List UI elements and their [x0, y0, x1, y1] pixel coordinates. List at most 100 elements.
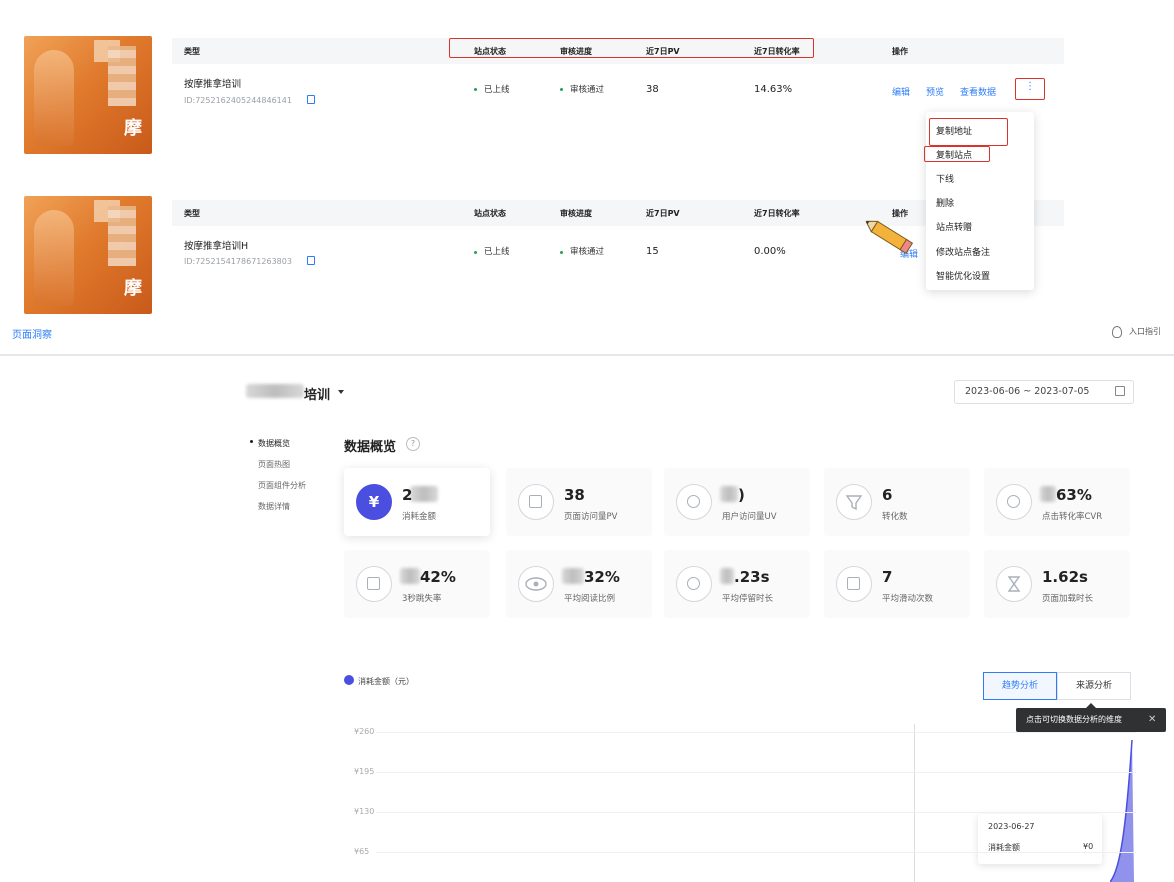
metric-label: 3秒跳失率: [402, 594, 442, 604]
gridline: [376, 772, 1136, 773]
menu-delete[interactable]: 删除: [936, 196, 954, 209]
blurred-value: [1040, 486, 1056, 502]
site-name[interactable]: 按摩推拿培训H: [184, 238, 248, 252]
blurred-value: [720, 486, 738, 502]
tooltip-date: 2023-06-27: [988, 822, 1035, 831]
section-title: 数据概览: [344, 440, 397, 455]
metric-card-conversions[interactable]: 6 转化数: [824, 468, 970, 536]
yuan-icon: ¥: [356, 484, 392, 520]
blurred-value: [720, 568, 734, 584]
tab-source-analysis[interactable]: 来源分析: [1057, 672, 1131, 700]
scroll-icon: [836, 566, 872, 602]
site-status: 已上线: [484, 85, 510, 95]
view-data-link[interactable]: 查看数据: [960, 85, 996, 98]
metric-label: 转化数: [882, 512, 908, 522]
metric-value: ): [738, 486, 745, 504]
review-dot: [560, 251, 563, 254]
y-tick-label: ¥260: [354, 727, 375, 736]
menu-offline[interactable]: 下线: [936, 172, 954, 185]
page-view-icon: [518, 484, 554, 520]
metric-value: 63%: [1056, 486, 1092, 504]
review-progress: 审核通过: [570, 85, 605, 95]
gridline: [376, 732, 1136, 733]
metric-value: 6: [882, 486, 893, 504]
site-name[interactable]: 按摩推拿培训: [184, 76, 241, 90]
series-area: [1110, 740, 1134, 882]
metric-card-bounce[interactable]: 42% 3秒跳失率: [344, 550, 490, 618]
cvr-value: 14.63%: [754, 84, 793, 95]
metric-label: 平均阅读比例: [564, 594, 616, 604]
menu-transfer-site[interactable]: 站点转赠: [936, 220, 972, 233]
click-icon: [996, 484, 1032, 520]
metric-label: 平均停留时长: [722, 594, 774, 604]
tooltip-value: ¥0: [1083, 842, 1094, 851]
y-tick-label: ¥130: [354, 807, 375, 816]
date-range-picker[interactable]: 2023-06-06 ~ 2023-07-05: [954, 380, 1134, 404]
page-root: 摩 类型 站点状态 审核进度 近7日PV 近7日转化率 操作 按摩推拿培训 ID…: [0, 0, 1174, 882]
user-icon: [676, 484, 712, 520]
site-title[interactable]: 培训: [304, 384, 330, 403]
metric-value: 42%: [420, 568, 456, 586]
calendar-icon[interactable]: [1115, 386, 1125, 396]
menu-edit-remark[interactable]: 修改站点备注: [936, 245, 990, 258]
eye-icon: [518, 566, 554, 602]
metric-card-stay-time[interactable]: .23s 平均停留时长: [664, 550, 810, 618]
gridline: [376, 812, 1136, 813]
nav-heatmap[interactable]: 页面热图: [258, 459, 290, 470]
edit-link[interactable]: 编辑: [892, 85, 910, 98]
copy-icon[interactable]: [307, 256, 315, 265]
entry-guide-link[interactable]: 入口指引: [1129, 326, 1161, 337]
nav-component-analysis[interactable]: 页面组件分析: [258, 480, 306, 491]
metric-label: 页面加载时长: [1042, 594, 1094, 604]
review-dot: [560, 88, 563, 91]
site-thumbnail[interactable]: 摩: [24, 196, 152, 314]
metric-card-read-ratio[interactable]: 32% 平均阅读比例: [506, 550, 652, 618]
metric-value: 1.62s: [1042, 568, 1088, 586]
nav-data-overview[interactable]: 数据概览: [258, 438, 290, 449]
metric-card-uv[interactable]: ) 用户访问量UV: [664, 468, 810, 536]
col-actions: 操作: [892, 47, 908, 56]
site-thumbnail[interactable]: 摩: [24, 36, 152, 154]
col-pv-7d: 近7日PV: [646, 209, 680, 218]
gridline: [376, 852, 1136, 853]
blurred-text: [246, 384, 304, 398]
blurred-value: [562, 568, 584, 584]
nav-data-detail[interactable]: 数据详情: [258, 501, 290, 512]
menu-smart-optimize[interactable]: 智能优化设置: [936, 269, 990, 282]
chevron-down-icon[interactable]: [338, 390, 344, 394]
metric-value: 2: [402, 486, 413, 504]
metric-card-cvr[interactable]: 63% 点击转化率CVR: [984, 468, 1130, 536]
help-icon[interactable]: ?: [406, 437, 420, 451]
more-actions-button[interactable]: ⋮: [1015, 78, 1045, 100]
thumbnail-glyph: 摩: [124, 278, 142, 299]
lightbulb-icon: [1112, 326, 1122, 338]
preview-link[interactable]: 预览: [926, 85, 944, 98]
metric-card-cost[interactable]: ¥ 2 消耗金额: [344, 468, 490, 536]
page-insight-link[interactable]: 页面洞察: [12, 326, 52, 341]
pv-value: 38: [646, 84, 659, 95]
hover-line: [914, 724, 915, 882]
metric-card-scrolls[interactable]: 7 平均滑动次数: [824, 550, 970, 618]
funnel-icon: [836, 484, 872, 520]
metric-value: 32%: [584, 568, 620, 586]
divider: [0, 354, 1174, 356]
col-cvr-7d: 近7日转化率: [754, 209, 800, 218]
site-id: ID:7252154178671263803: [184, 257, 292, 266]
copy-icon[interactable]: [307, 95, 315, 104]
y-tick-label: ¥65: [354, 847, 370, 856]
tab-trend-analysis[interactable]: 趋势分析: [983, 672, 1057, 700]
close-icon[interactable]: ✕: [1148, 714, 1156, 725]
cvr-value: 0.00%: [754, 246, 786, 257]
legend-marker: [344, 675, 354, 685]
metric-label: 页面访问量PV: [564, 512, 618, 522]
blurred-value: [400, 568, 420, 584]
metric-card-load-time[interactable]: 1.62s 页面加载时长: [984, 550, 1130, 618]
col-actions: 操作: [892, 209, 908, 218]
pixelated-area: [108, 206, 136, 266]
col-type: 类型: [184, 209, 200, 218]
metric-card-pv[interactable]: 38 页面访问量PV: [506, 468, 652, 536]
y-tick-label: ¥195: [354, 767, 375, 776]
col-type: 类型: [184, 47, 200, 56]
legend-label[interactable]: 消耗金额（元）: [358, 676, 414, 687]
thumbnail-glyph: 摩: [124, 118, 142, 139]
